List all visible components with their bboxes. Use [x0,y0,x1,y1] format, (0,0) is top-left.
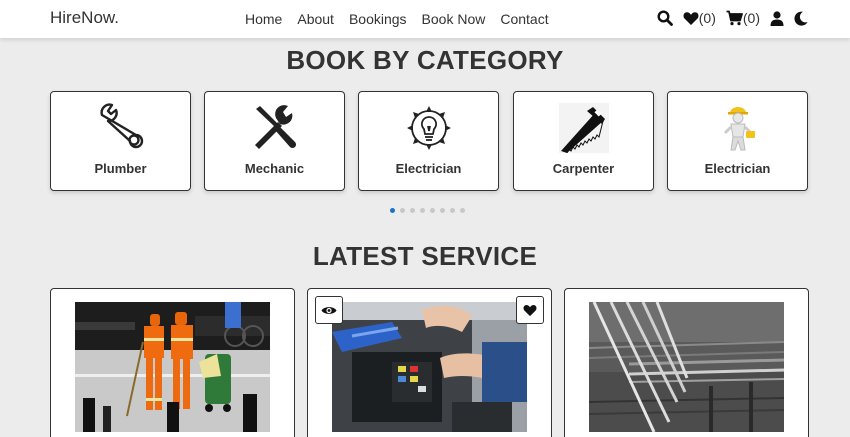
category-card-electrician-2[interactable]: Electrician [667,91,808,191]
view-button[interactable] [315,296,343,324]
nav-link-contact[interactable]: Contact [500,11,548,27]
search-icon[interactable] [657,10,673,26]
category-label-carpenter: Carpenter [552,161,615,176]
wishlist-count: (0) [698,10,716,26]
category-card-electrician[interactable]: Electrician [358,91,499,191]
user-icon[interactable] [770,10,784,26]
carousel-dot[interactable] [390,208,395,213]
moon-icon[interactable] [794,11,808,26]
service-card[interactable] [564,288,809,437]
carousel-pagination [390,208,465,213]
wishlist-link[interactable]: (0) [683,10,716,26]
carousel-dot[interactable] [460,208,465,213]
wishlist-button[interactable] [516,296,544,324]
wrench-icon [51,102,190,154]
nav-links: Home About Bookings Book Now Contact [245,11,564,27]
carousel-dot[interactable] [450,208,455,213]
navbar: HireNow. Home About Bookings Book Now Co… [0,0,850,38]
service-card[interactable] [50,288,295,437]
nav-link-bookings[interactable]: Bookings [349,11,407,27]
nav-link-book-now[interactable]: Book Now [422,11,486,27]
carousel-dot[interactable] [440,208,445,213]
cart-link[interactable]: (0) [726,10,760,26]
tools-icon [205,102,344,154]
carousel-dot[interactable] [410,208,415,213]
cart-icon [726,10,743,26]
brand-dot: . [114,8,119,27]
category-label-electrician: Electrician [395,161,462,176]
service-image-ceiling-pipes [589,302,784,432]
bulb-icon [359,102,498,154]
nav-icons: (0) (0) [657,10,808,26]
carousel-dot[interactable] [400,208,405,213]
nav-link-about[interactable]: About [297,11,334,27]
nav-link-home[interactable]: Home [245,11,282,27]
category-card-carpenter[interactable]: Carpenter [513,91,654,191]
heart-icon [683,11,699,25]
carousel-dot[interactable] [430,208,435,213]
brand-name: HireNow [50,8,115,27]
eye-icon [321,306,337,314]
category-section-title: BOOK BY CATEGORY [286,45,564,75]
service-section-title: LATEST SERVICE [312,241,538,271]
brand-logo[interactable]: HireNow. [50,8,119,28]
category-label-plumber: Plumber [94,161,147,176]
service-image-car-engine [332,302,527,432]
saw-icon [514,102,653,154]
heart-icon [523,304,537,316]
category-label-mechanic: Mechanic [244,161,305,176]
service-card[interactable] [307,288,552,437]
service-image-street-workers [75,302,270,432]
category-card-mechanic[interactable]: Mechanic [204,91,345,191]
category-card-plumber[interactable]: Plumber [50,91,191,191]
cart-count: (0) [742,10,760,26]
carousel-dot[interactable] [420,208,425,213]
category-label-electrician-2: Electrician [704,161,771,176]
worker-icon [668,102,807,154]
